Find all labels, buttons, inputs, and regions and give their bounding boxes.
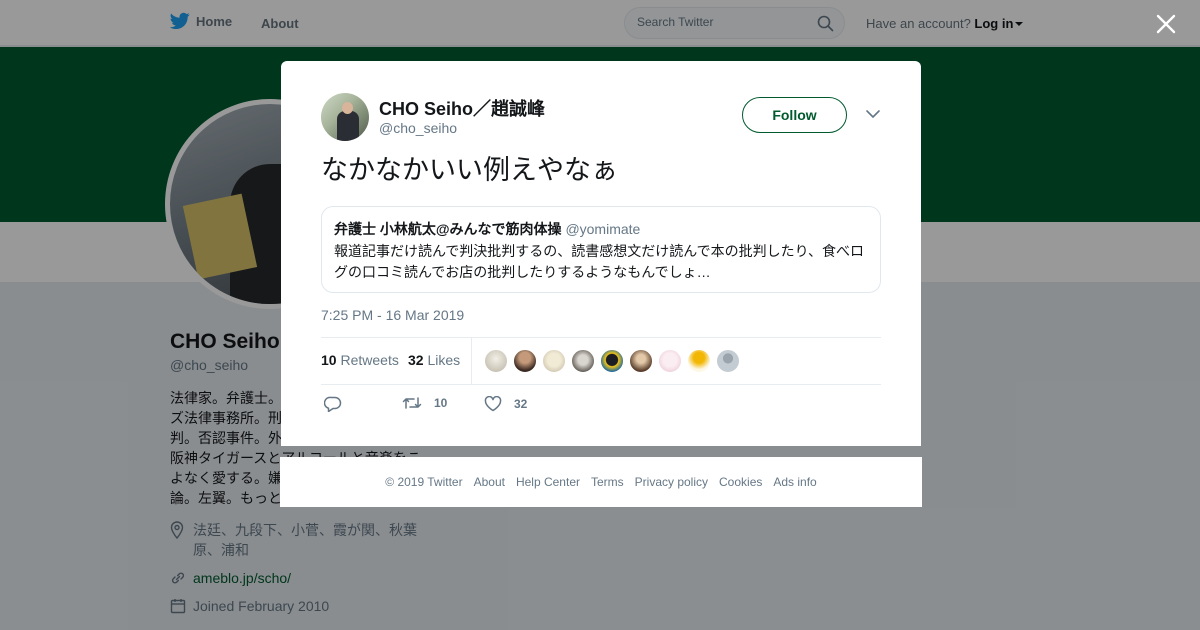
liker-avatar[interactable]	[571, 349, 595, 373]
follow-button[interactable]: Follow	[742, 97, 847, 133]
footer-link-cookies[interactable]: Cookies	[719, 475, 762, 489]
liker-avatar[interactable]	[484, 349, 508, 373]
chevron-down-icon[interactable]	[865, 108, 881, 120]
retweet-count: 10	[434, 396, 448, 410]
liker-avatar[interactable]	[600, 349, 624, 373]
quoted-author-handle: @yomimate	[565, 221, 641, 237]
tweet-text: なかなかいい例えやなぁ	[321, 155, 618, 186]
quoted-tweet-text: 報道記事だけ読んで判決批判するの、読書感想文だけ読んで本の批判したり、食べロ グ…	[334, 241, 868, 283]
heart-icon	[484, 396, 502, 412]
liker-avatar[interactable]	[716, 349, 740, 373]
liker-avatar[interactable]	[513, 349, 537, 373]
tweet-modal: CHO Seiho／趙誠峰 @cho_seiho Follow なかなかいい例え…	[281, 61, 921, 446]
quoted-author-name: 弁護士 小林航太@みんなで筋肉体操	[334, 221, 562, 237]
likes-label: Likes	[427, 352, 461, 368]
footer-link-privacy[interactable]: Privacy policy	[635, 475, 708, 489]
quoted-text-line: 報道記事だけ読んで判決批判するの、読書感想文だけ読んで本の批判したり、食べロ	[334, 243, 865, 259]
liker-avatar[interactable]	[687, 349, 711, 373]
retweets-count: 10	[321, 352, 337, 368]
quoted-tweet[interactable]: 弁護士 小林航太@みんなで筋肉体操 @yomimate 報道記事だけ読んで判決批…	[321, 206, 881, 293]
liker-avatars	[484, 349, 740, 373]
likes-stat[interactable]: 32 Likes	[408, 352, 460, 368]
retweet-icon	[402, 397, 422, 409]
liker-avatar[interactable]	[542, 349, 566, 373]
stats-divider	[471, 338, 472, 384]
tweet-stats: 10 Retweets 32 Likes	[321, 337, 881, 385]
avatar-figure	[337, 111, 359, 141]
liker-avatar[interactable]	[629, 349, 653, 373]
reply-icon	[324, 396, 342, 412]
retweets-stat[interactable]: 10 Retweets	[321, 352, 399, 368]
like-count: 32	[514, 397, 528, 411]
like-button[interactable]: 32	[484, 396, 527, 412]
author-name[interactable]: CHO Seiho／趙誠峰	[379, 95, 545, 121]
author-handle[interactable]: @cho_seiho	[379, 120, 457, 136]
reply-button[interactable]	[324, 396, 342, 412]
footer-link-terms[interactable]: Terms	[591, 475, 624, 489]
liker-avatar[interactable]	[658, 349, 682, 373]
footer-link-help-center[interactable]: Help Center	[516, 475, 580, 489]
footer-copyright: © 2019 Twitter	[385, 475, 463, 489]
footer-link-ads-info[interactable]: Ads info	[773, 475, 816, 489]
tweet-timestamp[interactable]: 7:25 PM - 16 Mar 2019	[321, 307, 464, 323]
tweet-actions: 10 32	[321, 394, 881, 418]
quoted-tweet-header: 弁護士 小林航太@みんなで筋肉体操 @yomimate	[334, 219, 868, 239]
quoted-text-line: グの口コミ読んでお店の批判したりするようなもんでしょ…	[334, 264, 711, 280]
retweets-label: Retweets	[340, 352, 399, 368]
author-avatar[interactable]	[321, 93, 369, 141]
modal-footer: © 2019 Twitter About Help Center Terms P…	[280, 457, 922, 507]
footer-link-about[interactable]: About	[474, 475, 505, 489]
close-icon[interactable]	[1154, 12, 1178, 36]
retweet-button[interactable]: 10	[402, 396, 447, 410]
avatar-head	[342, 102, 353, 114]
likes-count: 32	[408, 352, 424, 368]
